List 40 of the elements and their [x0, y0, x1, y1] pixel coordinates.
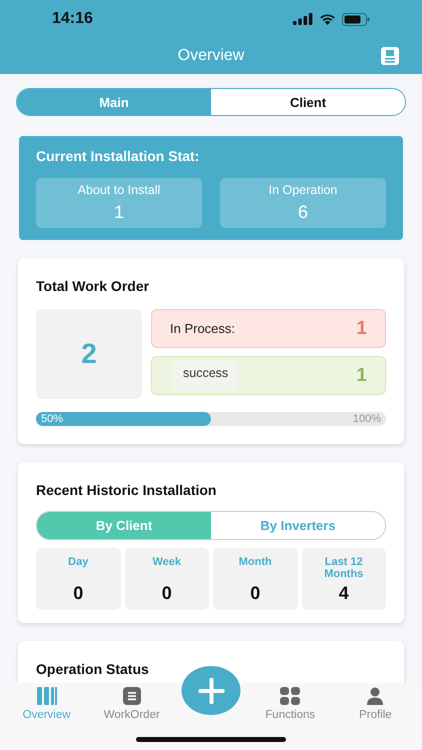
period-value: 4 [338, 583, 349, 604]
stat-value: 1 [114, 202, 124, 223]
segment-tab[interactable]: By Client [37, 512, 211, 539]
period-value: 0 [73, 583, 84, 604]
card-title: Recent Historic Installation [36, 482, 218, 498]
period-value: 0 [250, 583, 260, 604]
card-title: Current Installation Stat: [36, 148, 200, 164]
tab-bar-item[interactable]: Overview [4, 683, 90, 722]
person-icon [366, 687, 384, 705]
plus-icon [198, 678, 224, 704]
stat-label: About to Install [78, 183, 160, 197]
document-icon [122, 687, 141, 705]
segment-tab[interactable]: Main [17, 89, 211, 115]
status-count: 1 [356, 364, 367, 386]
document-icon[interactable] [381, 47, 399, 65]
toast-message: success [173, 360, 238, 391]
battery-icon [342, 12, 370, 26]
period-value: 0 [162, 583, 172, 604]
card-title: Operation Status [36, 661, 150, 677]
period-label: Day [67, 557, 90, 569]
books-icon [36, 687, 57, 705]
progress-label: 50% [41, 413, 64, 425]
total-count: 2 [81, 338, 97, 370]
wifi-icon [319, 13, 336, 25]
progress-label: 100% [352, 413, 381, 425]
status-count: 1 [356, 318, 367, 340]
period-label: Last 12 Months [323, 557, 364, 580]
period-label: Week [151, 557, 182, 569]
tab-bar-item[interactable]: Profile [332, 683, 418, 722]
card-title: Total Work Order [36, 278, 150, 294]
stat-value: 6 [298, 202, 308, 223]
status-time: 14:16 [52, 10, 93, 28]
stat-label: In Operation [268, 183, 338, 197]
signal-icon [293, 13, 313, 25]
period-label: Month [238, 557, 273, 569]
status-label: In Process: [170, 321, 236, 336]
tab-bar-item[interactable]: WorkOrder [89, 683, 174, 722]
screen-title: Overview [178, 47, 244, 65]
grid-icon [280, 687, 300, 705]
tab-bar-item[interactable]: Functions [248, 683, 333, 722]
